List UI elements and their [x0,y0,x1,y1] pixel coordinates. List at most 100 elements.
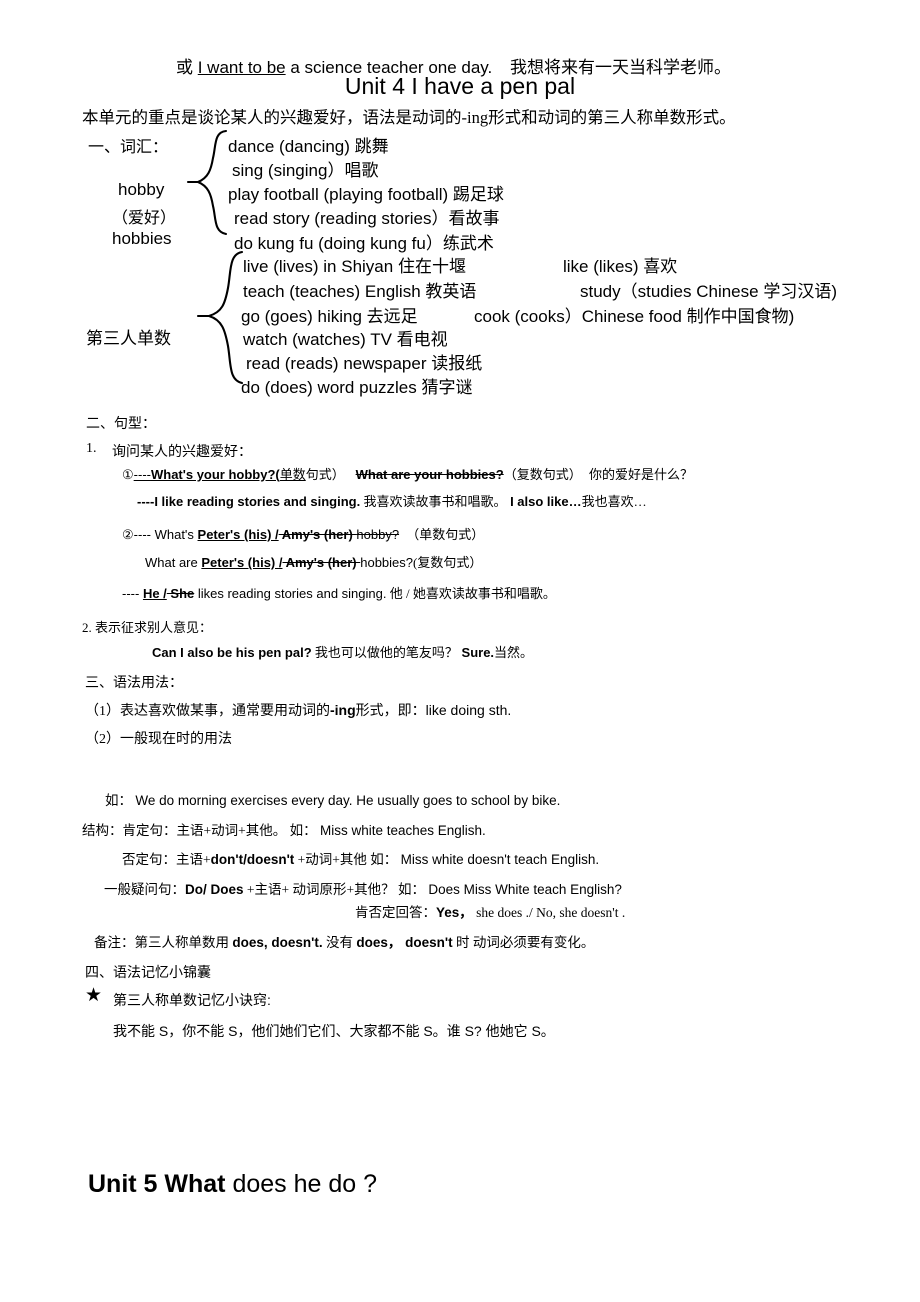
line4-amy-her: Amy's (her) [282,555,361,570]
vocab-item-4: do kung fu (doing kung fu）练武术 [234,234,494,253]
vocab-item-2: play football (playing football) 踢足球 [228,185,504,204]
grammar-point-2: （2）一般现在时的用法 [85,732,232,747]
point1-suffix: 形式，即： [355,704,426,719]
third-person-left-3: watch (watches) TV 看电视 [243,330,448,349]
grammar-heading: 三、语法用法： [85,676,183,691]
line4-plural-tag: (复数句式） [413,555,483,570]
line4-peter-his: Peter's (his) / [201,555,283,570]
unit5-suffix: does he do ? [225,1170,378,1198]
grammar-point-1: （1）表达喜欢做某事，通常要用动词的-ing形式，即：like doing st… [85,700,511,720]
ques-example: Does Miss White teach English? [428,882,622,897]
ques-label2: +主语+ 动词原形+其他？ [243,882,395,897]
line2-also: I also like… [506,494,582,509]
line6-sure-translation: 当然。 [494,645,534,660]
point1-example: like doing sth. [425,702,512,718]
line3-hobby: hobby? [356,527,400,542]
third-person-left-1: teach (teaches) English 教英语 [243,282,477,301]
answer-yes: Yes， [436,905,473,920]
line2-answer: ----I like reading stories and singing. [137,494,361,509]
line5-translation: 他 / 她喜欢读故事书和唱歌。 [386,586,556,601]
third-person-right-1: study（studies Chinese 学习汉语) [580,282,837,301]
note-label: 备注：第三人称单数用 [94,935,233,950]
vocab-group-label-hobbies: hobbies [112,229,172,248]
star-icon: ★ [85,985,103,1006]
line3-amy-her: Amy's (her) [278,527,357,542]
line5-she: She [166,586,195,601]
vocab-group-label-cn: （爱好） [112,210,177,227]
third-person-label: 第三人单数 [86,329,171,348]
point1-ing: -ing [330,702,356,718]
line2-also-translation: 我也喜欢… [581,494,647,509]
line5-prefix: ---- [122,586,143,601]
ques-aux: Do/ Does [185,882,244,897]
sentence-item1-number: 1. [86,441,97,456]
sentence-line-2: ----I like reading stories and singing. … [137,491,647,510]
neg-example: Miss white doesn't teach English. [400,852,600,867]
struct-label: 结构：肯定句：主语+动词+其他。 [82,823,287,838]
line1-translation: 你的爱好是什么？ [588,467,693,482]
line2-translation: 我喜欢读故事书和唱歌。 [360,494,507,509]
neg-aux: don't/doesn't [210,852,295,867]
unit4-intro: 本单元的重点是谈论某人的兴趣爱好，语法是动词的-ing形式和动词的第三人称单数形… [82,108,736,127]
line1-question-singular: What's your hobby?( [150,467,280,482]
line1-plural-tag: （复数句式） [503,467,582,482]
third-person-left-5: do (does) word puzzles 猜字谜 [241,378,473,397]
line6-translation: 我也可以做他的笔友吗？ [311,645,458,660]
third-person-left-2: go (goes) hiking 去远足 [241,307,418,326]
line3-peter-his: Peter's (his) / [197,527,279,542]
sentence-line-1: ①----What's your hobby?(单数句式） What are y… [122,464,693,483]
sentence-item1-title: 询问某人的兴趣爱好： [112,445,252,460]
ques-ru: 如： [394,882,425,897]
line5-rest: likes reading stories and singing. [194,586,387,601]
vocab-brace [186,129,228,236]
circled-two: ② [122,527,134,542]
third-person-left-4: read (reads) newspaper 读报纸 [246,354,483,373]
memory-tip-title: 第三人称单数记忆小诀窍: [113,992,271,1008]
neg-label: 否定句：主语+ [122,852,211,867]
memory-heading: 四、语法记忆小锦囊 [85,966,211,981]
unit5-title: Unit 5 What does he do ? [88,1170,377,1199]
grammar-structure-negative: 否定句：主语+don't/doesn't +动词+其他 如： Miss whit… [122,848,599,868]
struct-ru: 如： [286,823,317,838]
point1-prefix: （1）表达喜欢做某事，通常要用动词的 [85,704,330,719]
circled-one: ① [122,467,134,482]
line6-question: Can I also be his pen pal? [152,645,312,660]
sentence-line-6: Can I also be his pen pal? 我也可以做他的笔友吗？ S… [152,642,533,661]
line5-he: He / [142,586,167,601]
grammar-note: 备注：第三人称单数用 does, doesn't. 没有 does， doesn… [94,931,594,951]
third-person-right-2: cook (cooks）Chinese food 制作中国食物) [474,307,795,326]
ques-label: 一般疑问句： [104,882,185,897]
vocab-item-0: dance (dancing) 跳舞 [228,137,389,156]
sentence-heading: 二、句型： [86,417,156,432]
vocab-heading: 一、词汇： [88,139,169,156]
document-page: 或 I want to be a science teacher one day… [0,0,920,1302]
sentence-item2-title: 2. 表示征求别人意见： [82,620,213,635]
unit4-title: Unit 4 I have a pen pal [344,73,576,99]
memory-tip-body: 我不能 S，你不能 S，他们她们它们、大家都不能 S。谁 S? 他她它 S。 [113,1023,555,1039]
vocab-item-1: sing (singing）唱歌 [232,161,379,180]
answer-label: 肯否定回答： [355,905,436,920]
line3-singular-tag: （单数句式） [406,527,485,542]
line3-prefix: ---- What's [133,527,198,542]
note-end: 时 动词必须要有变化。 [452,935,595,950]
third-person-left-0: live (lives) in Shiyan 住在十堰 [243,257,466,276]
sentence-line-4: What are Peter's (his) / Amy's (her) hob… [145,552,482,571]
example-text: We do morning exercises every day. He us… [135,793,561,808]
line4-hobbies: hobbies? [360,555,414,570]
unit5-prefix: Unit 5 What [88,1170,226,1198]
vocab-group-label-hobby: hobby [118,180,165,199]
neg-label2: +动词+其他 [294,852,367,867]
neg-ru: 如： [366,852,398,867]
line1-question-plural: What are your hobbies? [355,467,504,482]
grammar-example-row: 如： We do morning exercises every day. He… [105,789,560,809]
answer-rest: she does ./ No, she doesn't . [476,905,626,920]
grammar-structure-affirmative: 结构：肯定句：主语+动词+其他。 如： Miss white teaches E… [82,819,486,839]
note-does-2: does， doesn't [356,935,453,950]
grammar-short-answers: 肯否定回答：Yes， she does ./ No, she doesn't . [355,901,625,921]
vocab-item-3: read story (reading stories）看故事 [234,209,500,228]
line4-prefix: What are [145,555,202,570]
sentence-line-3: ②---- What's Peter's (his) / Amy's (her)… [122,524,484,543]
struct-example: Miss white teaches English. [319,823,486,838]
third-person-right-0: like (likes) 喜欢 [563,257,678,276]
